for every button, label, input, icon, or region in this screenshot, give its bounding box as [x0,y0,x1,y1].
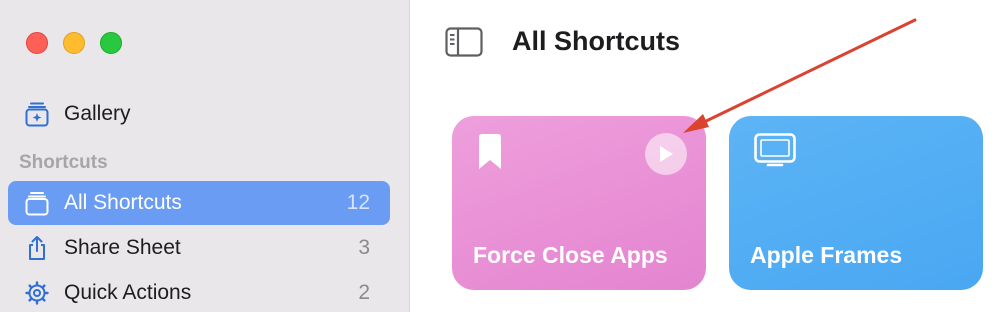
shortcuts-window: Gallery Shortcuts All Shortcuts 12 Share… [0,0,1000,312]
zoom-window-button[interactable] [100,32,122,54]
sidebar-item-label: Quick Actions [64,281,192,304]
sidebar-toggle-button[interactable] [445,27,483,57]
page-title: All Shortcuts [512,26,681,56]
sidebar-item-quick-actions[interactable]: Quick Actions 2 [8,271,390,312]
shortcut-card-title: Force Close Apps [473,242,668,268]
minimize-window-button[interactable] [63,32,85,54]
shortcut-card-title: Apple Frames [750,242,903,268]
stack-icon [24,190,50,216]
sidebar-item-count: 2 [358,281,370,304]
gallery-icon [24,101,50,127]
sidebar-item-label: All Shortcuts [64,191,182,214]
sidebar: Gallery Shortcuts All Shortcuts 12 Share… [0,0,410,312]
close-window-button[interactable] [26,32,48,54]
shortcut-card-apple-frames[interactable]: Apple Frames [729,116,983,290]
sidebar-section-header: Shortcuts [19,152,108,173]
sidebar-item-label: Share Sheet [64,236,181,259]
sidebar-item-label: Gallery [64,102,131,125]
window-controls [26,32,122,54]
sidebar-toggle-icon [445,27,483,57]
sidebar-item-gallery[interactable]: Gallery [8,92,390,136]
sidebar-item-all-shortcuts[interactable]: All Shortcuts 12 [8,181,390,225]
play-icon [660,146,673,162]
run-shortcut-button[interactable] [645,133,687,175]
display-icon [754,133,796,172]
shortcut-card-force-close-apps[interactable]: Force Close Apps [452,116,706,290]
sidebar-item-count: 3 [358,236,370,259]
main-content: All Shortcuts Force Close Apps Apple Fra… [411,0,1000,312]
bookmark-icon [477,133,503,176]
gear-icon [24,280,50,306]
sidebar-item-count: 12 [346,191,370,214]
share-icon [24,235,50,261]
sidebar-item-share-sheet[interactable]: Share Sheet 3 [8,226,390,270]
